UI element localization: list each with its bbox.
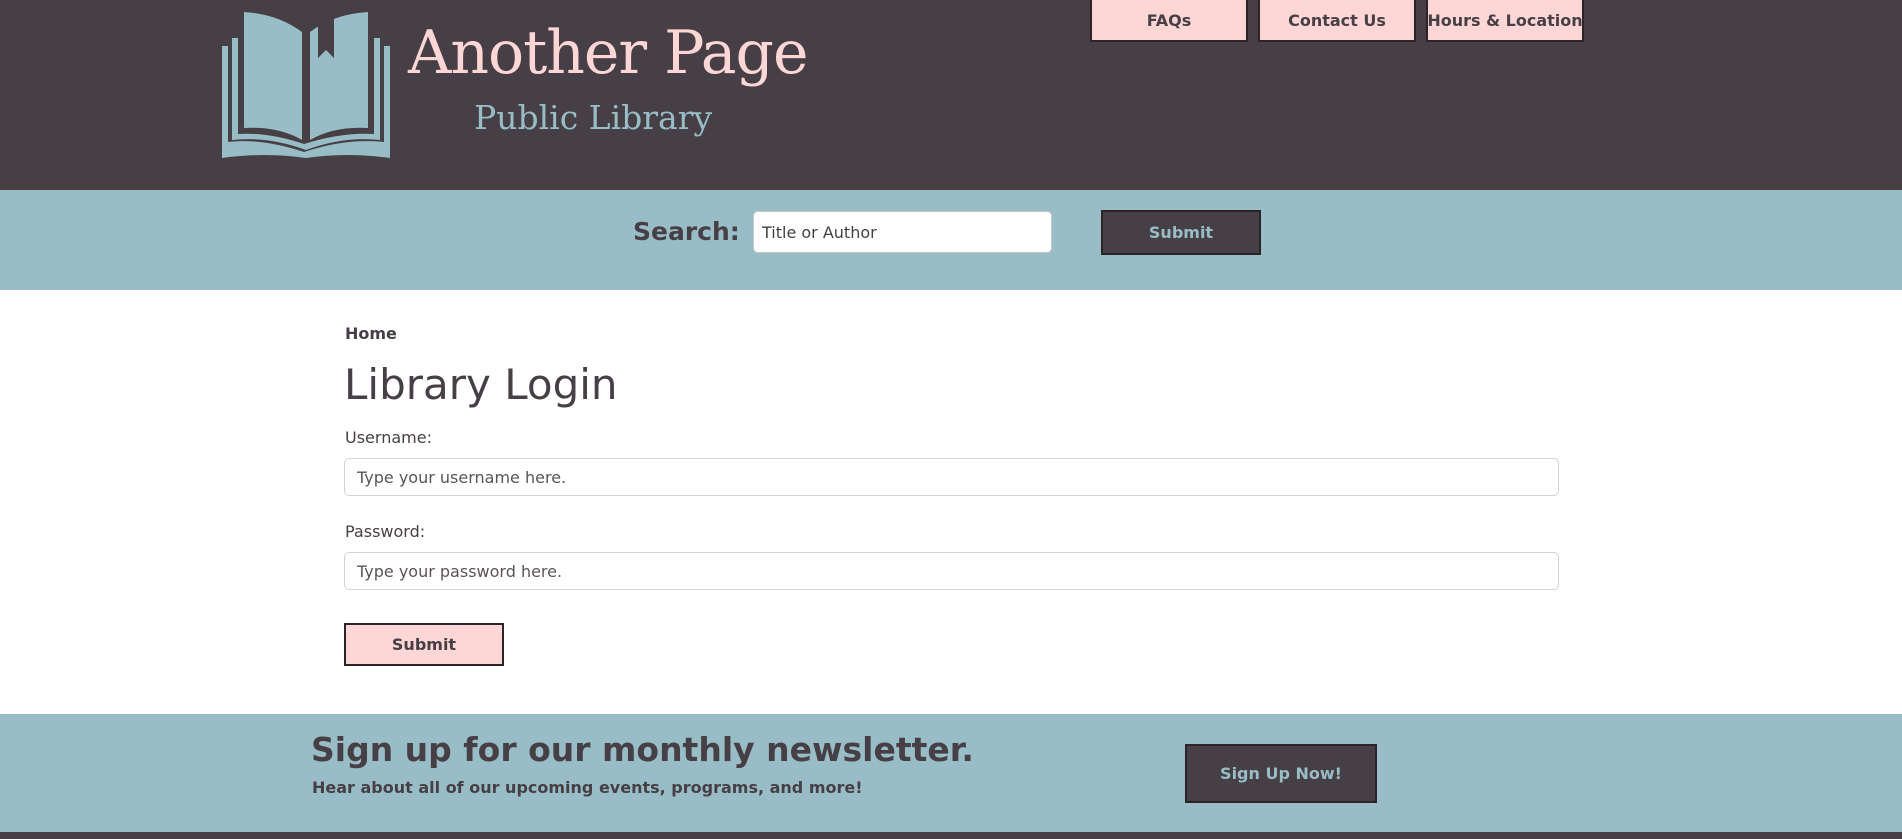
search-submit-button[interactable]: Submit [1101,210,1261,255]
password-field[interactable] [344,552,1559,590]
site-subtitle: Public Library [474,98,713,137]
newsletter-title: Sign up for our monthly newsletter. [311,730,974,769]
page-title: Library Login [344,360,618,409]
password-label: Password: [345,522,426,541]
search-bar: Search: Submit [0,190,1902,290]
sign-up-button[interactable]: Sign Up Now! [1185,744,1377,803]
nav-faqs[interactable]: FAQs [1090,0,1248,42]
site-title: Another Page [408,18,808,88]
open-book-icon [222,12,390,158]
username-field[interactable] [344,458,1559,496]
breadcrumb-home[interactable]: Home [345,324,397,343]
nav-contact-us[interactable]: Contact Us [1258,0,1416,42]
search-input[interactable] [753,211,1052,253]
newsletter-banner: Sign up for our monthly newsletter. Hear… [0,714,1902,832]
nav-hours-location[interactable]: Hours & Location [1426,0,1584,42]
login-submit-button[interactable]: Submit [344,623,504,666]
footer-strip [0,832,1902,839]
search-label: Search: [633,217,740,246]
site-header: Another Page Public Library FAQs Contact… [0,0,1902,190]
newsletter-subtitle: Hear about all of our upcoming events, p… [312,778,863,797]
username-label: Username: [345,428,432,447]
